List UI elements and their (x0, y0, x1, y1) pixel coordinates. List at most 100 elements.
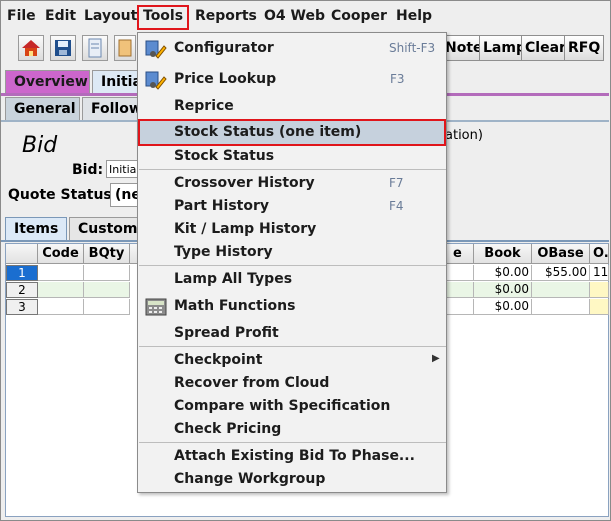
table-cell-obase[interactable] (532, 282, 590, 298)
menu-item-recover-from-cloud[interactable]: Recover from Cloud (138, 372, 446, 395)
menu-item-crossover-history[interactable]: Crossover History F7 (138, 172, 446, 195)
bid-label: Bid: (72, 162, 104, 178)
tools-menu: Configurator Shift-F3 Price Lookup F3 Re… (137, 32, 447, 493)
menu-item-change-workgroup[interactable]: Change Workgroup (138, 468, 446, 491)
table-cell[interactable] (84, 299, 130, 315)
menu-item-label: Stock Status (174, 148, 275, 164)
menu-separator (139, 265, 446, 266)
menu-item-label: Check Pricing (174, 421, 282, 437)
row-number[interactable]: 1 (6, 265, 38, 281)
menu-item-label: Change Workgroup (174, 471, 326, 487)
table-cell[interactable] (84, 265, 130, 281)
menu-item-reprice[interactable]: Reprice (138, 95, 446, 118)
menu-item-compare-with-specification[interactable]: Compare with Specification (138, 395, 446, 418)
menu-item-part-history[interactable]: Part History F4 (138, 195, 446, 218)
bid-field[interactable]: Initia (106, 160, 138, 178)
menu-item-type-history[interactable]: Type History (138, 241, 446, 264)
tab-follow[interactable]: Follow (82, 97, 142, 120)
column-header-code[interactable]: Code (38, 244, 84, 264)
quote-status-select[interactable]: (ne (110, 183, 140, 207)
menu-item-label: Reprice (174, 98, 234, 114)
menu-separator (139, 169, 446, 170)
menu-edit[interactable]: Edit (45, 8, 76, 24)
menu-item-check-pricing[interactable]: Check Pricing (138, 418, 446, 441)
table-cell-o[interactable] (590, 299, 609, 315)
menu-reports[interactable]: Reports (195, 8, 257, 24)
menu-cooper[interactable]: Cooper (331, 8, 387, 24)
clipboard-icon[interactable] (114, 35, 136, 61)
menu-item-label: Lamp All Types (174, 271, 293, 287)
menu-item-attach-existing-bid[interactable]: Attach Existing Bid To Phase... (138, 445, 446, 468)
menu-item-label: Crossover History (174, 175, 315, 191)
table-cell[interactable] (446, 265, 474, 281)
column-header[interactable]: e (446, 244, 474, 264)
price-lookup-icon (144, 69, 168, 91)
menu-layout[interactable]: Layout (84, 8, 137, 24)
menu-item-label: Spread Profit (174, 325, 279, 341)
menu-item-price-lookup[interactable]: Price Lookup F3 (138, 68, 446, 91)
tab-initial[interactable]: Initia (92, 70, 142, 93)
table-cell-o[interactable] (590, 282, 609, 298)
column-header-bqty[interactable]: BQty (84, 244, 130, 264)
table-cell-o[interactable]: 11 (590, 265, 609, 281)
shortcut-label: Shift-F3 (389, 41, 436, 55)
tab-general[interactable]: General (5, 97, 80, 120)
table-cell-book[interactable]: $0.00 (474, 299, 532, 315)
row-number[interactable]: 3 (6, 299, 38, 315)
table-cell-obase[interactable] (532, 299, 590, 315)
partial-label: ation) (445, 128, 483, 143)
menu-help[interactable]: Help (396, 8, 432, 24)
table-cell[interactable] (38, 265, 84, 281)
configurator-icon (144, 38, 168, 60)
tab-customer[interactable]: Custome (69, 217, 147, 240)
row-number[interactable]: 2 (6, 282, 38, 298)
menu-item-label: Configurator (174, 40, 274, 56)
menu-item-configurator[interactable]: Configurator Shift-F3 (138, 37, 446, 60)
tools-highlight-box (137, 5, 189, 30)
rfq-button[interactable]: RFQ (564, 35, 605, 61)
menu-item-lamp-all-types[interactable]: Lamp All Types (138, 268, 446, 291)
table-cell-book[interactable]: $0.00 (474, 265, 532, 281)
menu-item-label: Price Lookup (174, 71, 277, 87)
menu-o4web[interactable]: O4 Web (264, 8, 325, 24)
menu-file[interactable]: File (7, 8, 36, 24)
menu-item-label: Checkpoint (174, 352, 263, 368)
table-cell[interactable] (84, 282, 130, 298)
home-icon[interactable] (18, 35, 44, 61)
page-title: Bid (22, 133, 58, 158)
tab-overview[interactable]: Overview (5, 70, 90, 93)
row-header-corner (6, 244, 38, 264)
menu-item-kit-lamp-history[interactable]: Kit / Lamp History (138, 218, 446, 241)
shortcut-label: F7 (389, 176, 404, 190)
shortcut-label: F4 (389, 199, 404, 213)
table-cell-book[interactable]: $0.00 (474, 282, 532, 298)
menu-item-spread-profit[interactable]: Spread Profit (138, 322, 446, 345)
column-header-obase[interactable]: OBase (532, 244, 590, 264)
menu-item-label: Recover from Cloud (174, 375, 330, 391)
stock-status-highlight-box (138, 119, 446, 146)
menu-item-label: Compare with Specification (174, 398, 391, 414)
document-icon[interactable] (82, 35, 108, 61)
menu-item-math-functions[interactable]: Math Functions (138, 295, 446, 318)
menu-item-checkpoint[interactable]: Checkpoint ▶ (138, 349, 446, 372)
column-header-o[interactable]: O. (590, 244, 609, 264)
tab-items[interactable]: Items (5, 217, 67, 240)
table-cell[interactable] (38, 299, 84, 315)
quote-status-label: Quote Status: (8, 187, 118, 203)
column-header-book[interactable]: Book (474, 244, 532, 264)
table-cell-obase[interactable]: $55.00 (532, 265, 590, 281)
menu-separator (139, 346, 446, 347)
menu-item-label: Kit / Lamp History (174, 221, 317, 237)
clear-button[interactable]: Clear (521, 35, 570, 61)
save-icon[interactable] (50, 35, 76, 61)
submenu-arrow-icon: ▶ (432, 353, 440, 364)
calculator-icon (144, 296, 168, 318)
table-cell[interactable] (446, 282, 474, 298)
menu-item-label: Attach Existing Bid To Phase... (174, 448, 415, 464)
shortcut-label: F3 (390, 72, 405, 86)
menu-separator (139, 442, 446, 443)
table-cell[interactable] (38, 282, 84, 298)
menu-item-stock-status[interactable]: Stock Status (138, 145, 446, 168)
table-cell[interactable] (446, 299, 474, 315)
menu-item-label: Math Functions (174, 298, 296, 314)
